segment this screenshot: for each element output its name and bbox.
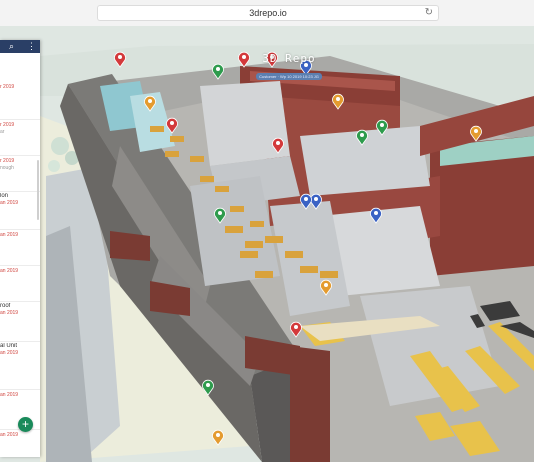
issue-title: roof bbox=[0, 303, 11, 309]
issue-date: r 2019 bbox=[0, 122, 15, 128]
browser-toolbar: 3drepo.io ↻ bbox=[0, 0, 534, 27]
issue-date: r 2019 bbox=[0, 158, 15, 164]
issue-item[interactable]: an 2019 bbox=[0, 231, 40, 266]
issue-item[interactable]: r 2019 nough bbox=[0, 157, 40, 192]
issue-title: al Unit bbox=[0, 343, 18, 349]
issue-date: an 2019 bbox=[0, 310, 19, 316]
add-issue-button[interactable]: + bbox=[18, 417, 33, 432]
more-icon[interactable]: ⋮ bbox=[27, 40, 36, 53]
issue-item[interactable]: an 2019 bbox=[0, 267, 40, 302]
issue-item[interactable]: r 2019 bbox=[0, 83, 40, 120]
search-icon[interactable]: ⌕ bbox=[9, 40, 14, 53]
issue-date: an 2019 bbox=[0, 432, 19, 438]
issue-item[interactable]: r 2019 ar bbox=[0, 121, 40, 156]
reload-icon[interactable]: ↻ bbox=[425, 6, 433, 20]
model-revision-badge[interactable]: Customer · Wp 10 2019 10:23 JG bbox=[256, 73, 322, 80]
issue-detail: ar bbox=[0, 129, 5, 135]
issue-item[interactable]: roof an 2019 bbox=[0, 303, 40, 342]
issue-item[interactable]: lon an 2019 bbox=[0, 193, 40, 230]
issue-item[interactable]: al Unit an 2019 bbox=[0, 343, 40, 390]
brand: 3D Repo Customer · Wp 10 2019 10:23 JG bbox=[254, 52, 324, 83]
brand-logo: 3D Repo bbox=[262, 52, 316, 65]
url-text: 3drepo.io bbox=[249, 8, 287, 18]
issue-date: r 2019 bbox=[0, 84, 15, 90]
3d-viewer[interactable]: 3D Repo Customer · Wp 10 2019 10:23 JG bbox=[0, 26, 534, 462]
issue-date: an 2019 bbox=[0, 200, 19, 206]
issue-title: lon bbox=[0, 193, 9, 199]
issue-date: an 2019 bbox=[0, 232, 19, 238]
issues-panel-header: ⌕ ⋮ bbox=[0, 40, 40, 53]
issue-date: an 2019 bbox=[0, 392, 19, 398]
issue-item[interactable]: an 2019 bbox=[0, 431, 40, 457]
issues-scrollbar[interactable] bbox=[37, 160, 39, 220]
issues-panel: ⌕ ⋮ r 2019 r 2019 ar r 2019 nough lon an 2019 a… bbox=[0, 40, 40, 457]
issue-date: an 2019 bbox=[0, 268, 19, 274]
building-model[interactable] bbox=[0, 26, 534, 462]
issue-date: an 2019 bbox=[0, 350, 19, 356]
issue-detail: nough bbox=[0, 165, 14, 171]
address-bar[interactable]: 3drepo.io ↻ bbox=[97, 5, 439, 21]
